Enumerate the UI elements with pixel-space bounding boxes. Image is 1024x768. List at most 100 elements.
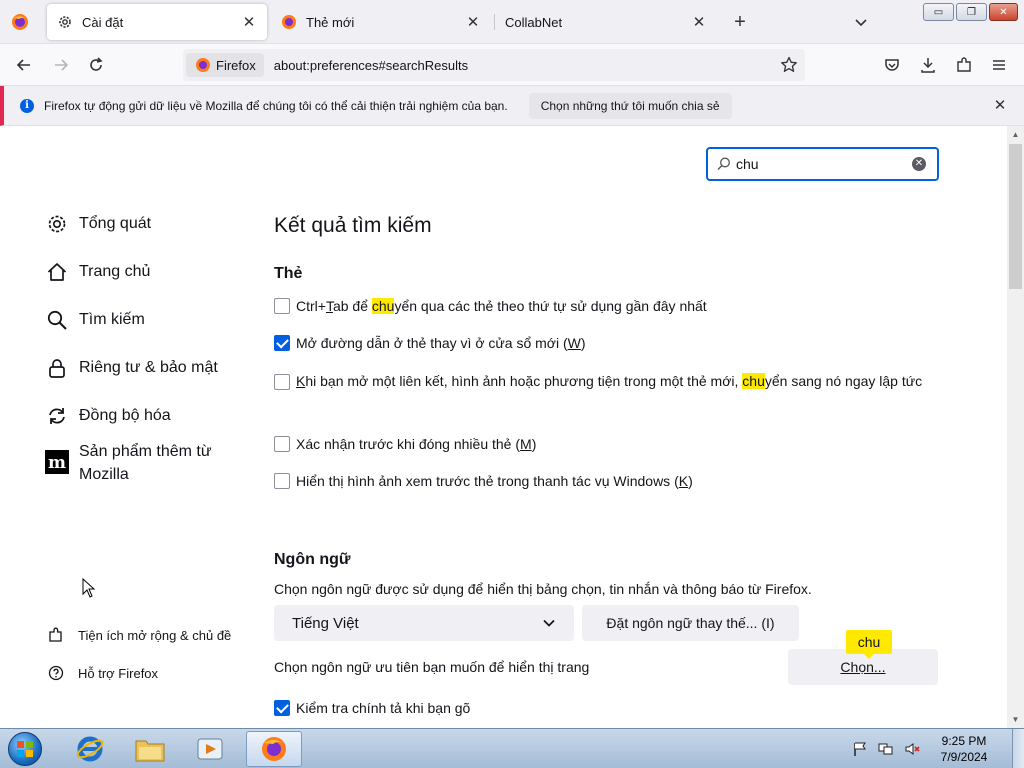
back-arrow-icon[interactable] [11, 53, 37, 77]
checkbox-checked[interactable] [274, 335, 290, 351]
internet-explorer-taskbar-icon[interactable] [62, 731, 118, 767]
option-label: Khi bạn mở một liên kết, hình ảnh hoặc p… [296, 373, 923, 389]
volume-muted-icon[interactable] [904, 741, 920, 757]
search-icon [717, 157, 730, 170]
sidebar-item-home[interactable]: Trang chủ [45, 260, 150, 284]
start-button[interactable] [3, 731, 47, 767]
file-explorer-taskbar-icon[interactable] [122, 731, 178, 767]
sidebar-item-label: Tổng quát [79, 215, 152, 232]
search-input[interactable] [736, 156, 906, 172]
help-icon [48, 665, 64, 681]
tabs-section-heading: Thẻ [274, 265, 303, 282]
firefox-support-link[interactable]: Hỗ trợ Firefox [48, 665, 158, 681]
download-icon[interactable] [918, 55, 938, 75]
language-select[interactable]: Tiếng Việt [274, 605, 574, 641]
tab-strip: Cài đặt ✕ Thẻ mới ✕ CollabNet ✕ + ▭ ❐ ✕ [0, 0, 1024, 44]
scroll-up-arrow-icon[interactable]: ▲ [1011, 130, 1020, 139]
gear-icon [57, 14, 73, 30]
sidebar-item-search[interactable]: Tìm kiếm [45, 308, 145, 332]
preferences-content: ✕ Tổng quát Trang chủ Tìm kiếm Riêng tư … [0, 126, 1024, 728]
show-desktop-button[interactable] [1012, 729, 1024, 768]
tab-settings[interactable]: Cài đặt ✕ [47, 4, 267, 40]
sidebar-item-more-from-mozilla[interactable]: m Sản phẩm thêm từ Mozilla [45, 440, 229, 486]
close-icon[interactable]: ✕ [992, 98, 1008, 114]
ctrl-tab-option[interactable]: Ctrl+Tab để chuyển qua các thẻ theo thứ … [274, 298, 707, 314]
identity-box[interactable]: Firefox [186, 53, 264, 77]
lock-icon [45, 356, 69, 380]
tab-label: Cài đặt [82, 14, 124, 30]
windows-logo-icon [8, 732, 42, 766]
page-title: Kết quả tìm kiếm [274, 214, 432, 237]
extensions-themes-link[interactable]: Tiện ích mở rộng & chủ đề [48, 627, 231, 643]
sidebar-item-label: Sản phẩm thêm từ Mozilla [79, 443, 212, 483]
checkbox[interactable] [274, 436, 290, 452]
firefox-logo-icon[interactable] [11, 13, 29, 31]
system-clock[interactable]: 9:25 PM 7/9/2024 [930, 733, 998, 765]
minimize-button[interactable]: ▭ [923, 3, 954, 21]
action-center-flag-icon[interactable] [852, 741, 868, 757]
checkbox[interactable] [274, 473, 290, 489]
pocket-icon[interactable] [882, 55, 902, 75]
firefox-taskbar-icon[interactable] [246, 731, 302, 767]
new-tab-plus-icon[interactable]: + [729, 11, 751, 33]
puzzle-icon [49, 627, 62, 642]
windows-taskbar: 9:25 PM 7/9/2024 [0, 728, 1024, 768]
language-description: Chọn ngôn ngữ được sử dụng để hiển thị b… [274, 581, 812, 597]
scroll-down-arrow-icon[interactable]: ▼ [1011, 715, 1020, 724]
switch-to-new-tab-option[interactable]: Khi bạn mở một liên kết, hình ảnh hoặc p… [274, 368, 936, 395]
svg-text:m: m [48, 453, 66, 473]
search-icon [45, 308, 69, 332]
option-label: Mở đường dẫn ở thẻ thay vì ở cửa sổ mới … [296, 335, 586, 351]
clock-date: 7/9/2024 [940, 750, 988, 764]
extensions-themes-label: Tiện ích mở rộng & chủ đề [78, 627, 232, 643]
tab-close-icon[interactable]: ✕ [241, 14, 257, 31]
firefox-support-label: Hỗ trợ Firefox [78, 665, 159, 681]
option-label: Kiểm tra chính tả khi bạn gõ [296, 700, 471, 716]
taskbar-previews-option[interactable]: Hiển thị hình ảnh xem trước thẻ trong th… [274, 473, 693, 489]
clear-search-icon[interactable]: ✕ [912, 157, 926, 171]
tab-new-tab[interactable]: Thẻ mới ✕ [271, 4, 491, 40]
open-links-in-tabs-option[interactable]: Mở đường dẫn ở thẻ thay vì ở cửa sổ mới … [274, 335, 586, 351]
restore-button[interactable]: ❐ [956, 3, 987, 21]
sidebar-item-general[interactable]: Tổng quát [45, 212, 151, 236]
chevron-down-icon[interactable] [851, 12, 871, 32]
notification-text: Firefox tự động gửi dữ liệu về Mozilla đ… [44, 98, 508, 113]
sidebar-item-privacy[interactable]: Riêng tư & bảo mật [45, 356, 218, 380]
tab-collabnet[interactable]: CollabNet ✕ [495, 4, 717, 40]
checkbox[interactable] [274, 298, 290, 314]
forward-arrow-icon[interactable] [48, 53, 74, 77]
tab-label: Thẻ mới [306, 14, 355, 30]
preferences-search-field[interactable]: ✕ [706, 147, 939, 181]
set-alternatives-button[interactable]: Đặt ngôn ngữ thay thế... (I) [582, 605, 799, 641]
tab-label: CollabNet [505, 14, 563, 30]
firefox-logo-icon [281, 14, 297, 30]
bookmark-star-icon[interactable] [779, 55, 799, 75]
checkbox-checked[interactable] [274, 700, 290, 716]
data-collection-notification: i Firefox tự động gửi dữ liệu về Mozilla… [0, 86, 1024, 126]
language-section-heading: Ngôn ngữ [274, 551, 351, 568]
choose-languages-button[interactable]: Chọn... [788, 649, 938, 685]
media-player-taskbar-icon[interactable] [182, 731, 238, 767]
confirm-close-tabs-option[interactable]: Xác nhận trước khi đóng nhiều thẻ (M) [274, 436, 536, 452]
tab-close-icon[interactable]: ✕ [691, 14, 707, 31]
vertical-scrollbar[interactable]: ▲ ▼ [1007, 126, 1024, 728]
extensions-puzzle-icon[interactable] [954, 55, 974, 75]
sidebar-item-label: Đồng bộ hóa [79, 407, 171, 424]
url-text[interactable]: about:preferences#searchResults [274, 58, 779, 73]
spellcheck-option[interactable]: Kiểm tra chính tả khi bạn gõ [274, 700, 470, 716]
scroll-thumb[interactable] [1009, 144, 1022, 289]
search-highlight: chu [742, 373, 765, 389]
hamburger-menu-icon[interactable] [989, 55, 1009, 75]
sidebar-item-label: Trang chủ [79, 263, 151, 280]
close-window-button[interactable]: ✕ [989, 3, 1018, 21]
mozilla-m-icon: m [45, 450, 69, 474]
choose-what-to-share-button[interactable]: Chọn những thứ tôi muốn chia sẻ [528, 92, 732, 119]
reload-icon[interactable] [83, 53, 109, 77]
option-label: Ctrl+Tab để chuyển qua các thẻ theo thứ … [296, 298, 707, 314]
address-bar[interactable]: Firefox about:preferences#searchResults [183, 49, 805, 81]
network-icon[interactable] [878, 741, 894, 757]
sidebar-item-sync[interactable]: Đồng bộ hóa [45, 404, 171, 428]
gear-icon [45, 212, 69, 236]
tab-close-icon[interactable]: ✕ [465, 14, 481, 31]
checkbox[interactable] [274, 373, 290, 390]
